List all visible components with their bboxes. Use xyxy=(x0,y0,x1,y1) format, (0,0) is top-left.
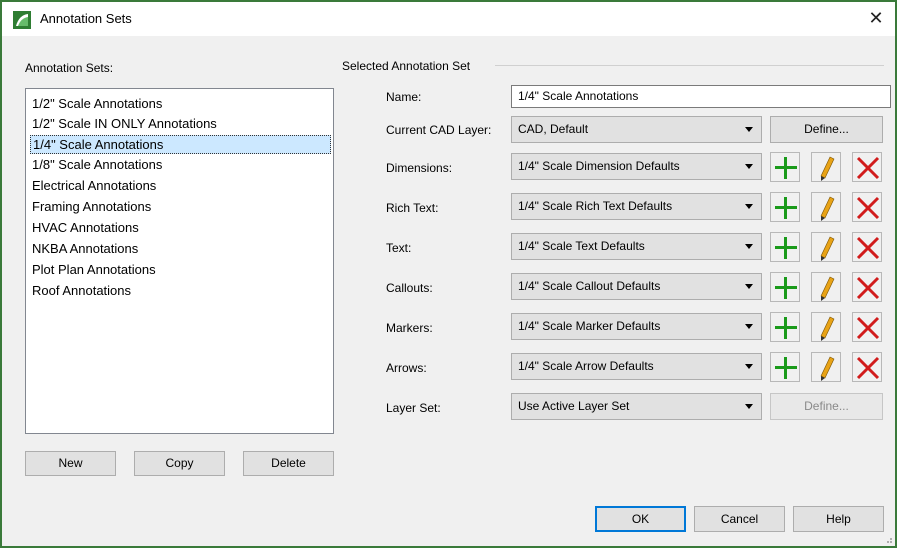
window-title: Annotation Sets xyxy=(40,11,132,26)
list-item[interactable]: 1/2" Scale IN ONLY Annotations xyxy=(30,115,331,134)
delete-item-button[interactable] xyxy=(852,312,882,342)
chevron-down-icon xyxy=(745,284,753,289)
selected-set-group-label: Selected Annotation Set xyxy=(342,59,471,73)
red-x-icon xyxy=(856,196,880,220)
list-item[interactable]: Plot Plan Annotations xyxy=(30,261,331,280)
chevron-down-icon xyxy=(745,244,753,249)
row-select[interactable]: 1/4" Scale Dimension Defaults xyxy=(511,153,762,180)
row-label: Arrows: xyxy=(386,361,427,375)
new-button[interactable]: New xyxy=(25,451,116,476)
chevron-down-icon xyxy=(745,164,753,169)
list-item[interactable]: NKBA Annotations xyxy=(30,240,331,259)
copy-button[interactable]: Copy xyxy=(134,451,225,476)
list-item[interactable]: 1/4" Scale Annotations xyxy=(30,135,331,154)
row-label: Dimensions: xyxy=(386,161,453,175)
edit-button[interactable] xyxy=(811,312,841,342)
help-button[interactable]: Help xyxy=(793,506,884,532)
list-item[interactable]: 1/2" Scale Annotations xyxy=(30,95,331,114)
plus-icon xyxy=(775,157,797,179)
chevron-down-icon xyxy=(745,324,753,329)
close-icon[interactable]: ✕ xyxy=(865,7,887,29)
layer-set-value: Use Active Layer Set xyxy=(518,399,630,413)
pencil-icon xyxy=(820,196,835,221)
app-logo-icon xyxy=(13,11,31,29)
title-bar: Annotation Sets ✕ xyxy=(2,2,895,36)
layer-set-label: Layer Set: xyxy=(386,401,441,415)
add-button[interactable] xyxy=(770,152,800,182)
row-select-value: 1/4" Scale Marker Defaults xyxy=(518,319,661,333)
row-select[interactable]: 1/4" Scale Arrow Defaults xyxy=(511,353,762,380)
plus-icon xyxy=(775,277,797,299)
row-label: Callouts: xyxy=(386,281,433,295)
add-button[interactable] xyxy=(770,272,800,302)
list-item[interactable]: 1/8" Scale Annotations xyxy=(30,156,331,175)
layer-set-select[interactable]: Use Active Layer Set xyxy=(511,393,762,420)
row-select-value: 1/4" Scale Arrow Defaults xyxy=(518,359,654,373)
delete-item-button[interactable] xyxy=(852,152,882,182)
row-select-value: 1/4" Scale Rich Text Defaults xyxy=(518,199,673,213)
layer-set-define-button[interactable]: Define... xyxy=(770,393,883,420)
edit-button[interactable] xyxy=(811,272,841,302)
annotation-sets-label: Annotation Sets: xyxy=(25,61,114,75)
delete-item-button[interactable] xyxy=(852,352,882,382)
plus-icon xyxy=(775,357,797,379)
row-label: Markers: xyxy=(386,321,433,335)
red-x-icon xyxy=(856,276,880,300)
row-select[interactable]: 1/4" Scale Callout Defaults xyxy=(511,273,762,300)
name-label: Name: xyxy=(386,90,422,104)
annotation-sets-dialog: Annotation Sets ✕ Annotation Sets: 1/2" … xyxy=(0,0,897,548)
row-select-value: 1/4" Scale Text Defaults xyxy=(518,239,645,253)
chevron-down-icon xyxy=(745,127,753,132)
list-item[interactable]: Roof Annotations xyxy=(30,282,331,301)
edit-button[interactable] xyxy=(811,192,841,222)
delete-button[interactable]: Delete xyxy=(243,451,334,476)
group-divider xyxy=(495,65,884,66)
red-x-icon xyxy=(856,156,880,180)
list-item[interactable]: HVAC Annotations xyxy=(30,219,331,238)
pencil-icon xyxy=(820,356,835,381)
cad-layer-define-button[interactable]: Define... xyxy=(770,116,883,143)
add-button[interactable] xyxy=(770,232,800,262)
red-x-icon xyxy=(856,316,880,340)
add-button[interactable] xyxy=(770,352,800,382)
cad-layer-select[interactable]: CAD, Default xyxy=(511,116,762,143)
row-select[interactable]: 1/4" Scale Marker Defaults xyxy=(511,313,762,340)
row-select[interactable]: 1/4" Scale Rich Text Defaults xyxy=(511,193,762,220)
plus-icon xyxy=(775,317,797,339)
edit-button[interactable] xyxy=(811,352,841,382)
delete-item-button[interactable] xyxy=(852,232,882,262)
plus-icon xyxy=(775,237,797,259)
row-select-value: 1/4" Scale Callout Defaults xyxy=(518,279,661,293)
chevron-down-icon xyxy=(745,404,753,409)
delete-item-button[interactable] xyxy=(852,192,882,222)
list-item[interactable]: Framing Annotations xyxy=(30,198,331,217)
chevron-down-icon xyxy=(745,204,753,209)
resize-grip-icon[interactable] xyxy=(883,534,893,544)
cad-layer-value: CAD, Default xyxy=(518,122,589,136)
row-label: Text: xyxy=(386,241,412,255)
add-button[interactable] xyxy=(770,312,800,342)
edit-button[interactable] xyxy=(811,152,841,182)
edit-button[interactable] xyxy=(811,232,841,262)
add-button[interactable] xyxy=(770,192,800,222)
ok-button[interactable]: OK xyxy=(595,506,686,532)
red-x-icon xyxy=(856,356,880,380)
row-select-value: 1/4" Scale Dimension Defaults xyxy=(518,159,680,173)
row-label: Rich Text: xyxy=(386,201,439,215)
red-x-icon xyxy=(856,236,880,260)
row-select[interactable]: 1/4" Scale Text Defaults xyxy=(511,233,762,260)
pencil-icon xyxy=(820,156,835,181)
pencil-icon xyxy=(820,316,835,341)
delete-item-button[interactable] xyxy=(852,272,882,302)
pencil-icon xyxy=(820,236,835,261)
chevron-down-icon xyxy=(745,364,753,369)
list-item[interactable]: Electrical Annotations xyxy=(30,177,331,196)
plus-icon xyxy=(775,197,797,219)
name-field[interactable]: 1/4" Scale Annotations xyxy=(511,85,891,108)
annotation-sets-list[interactable]: 1/2" Scale Annotations 1/2" Scale IN ONL… xyxy=(25,88,334,434)
cad-layer-label: Current CAD Layer: xyxy=(386,123,492,137)
pencil-icon xyxy=(820,276,835,301)
cancel-button[interactable]: Cancel xyxy=(694,506,785,532)
